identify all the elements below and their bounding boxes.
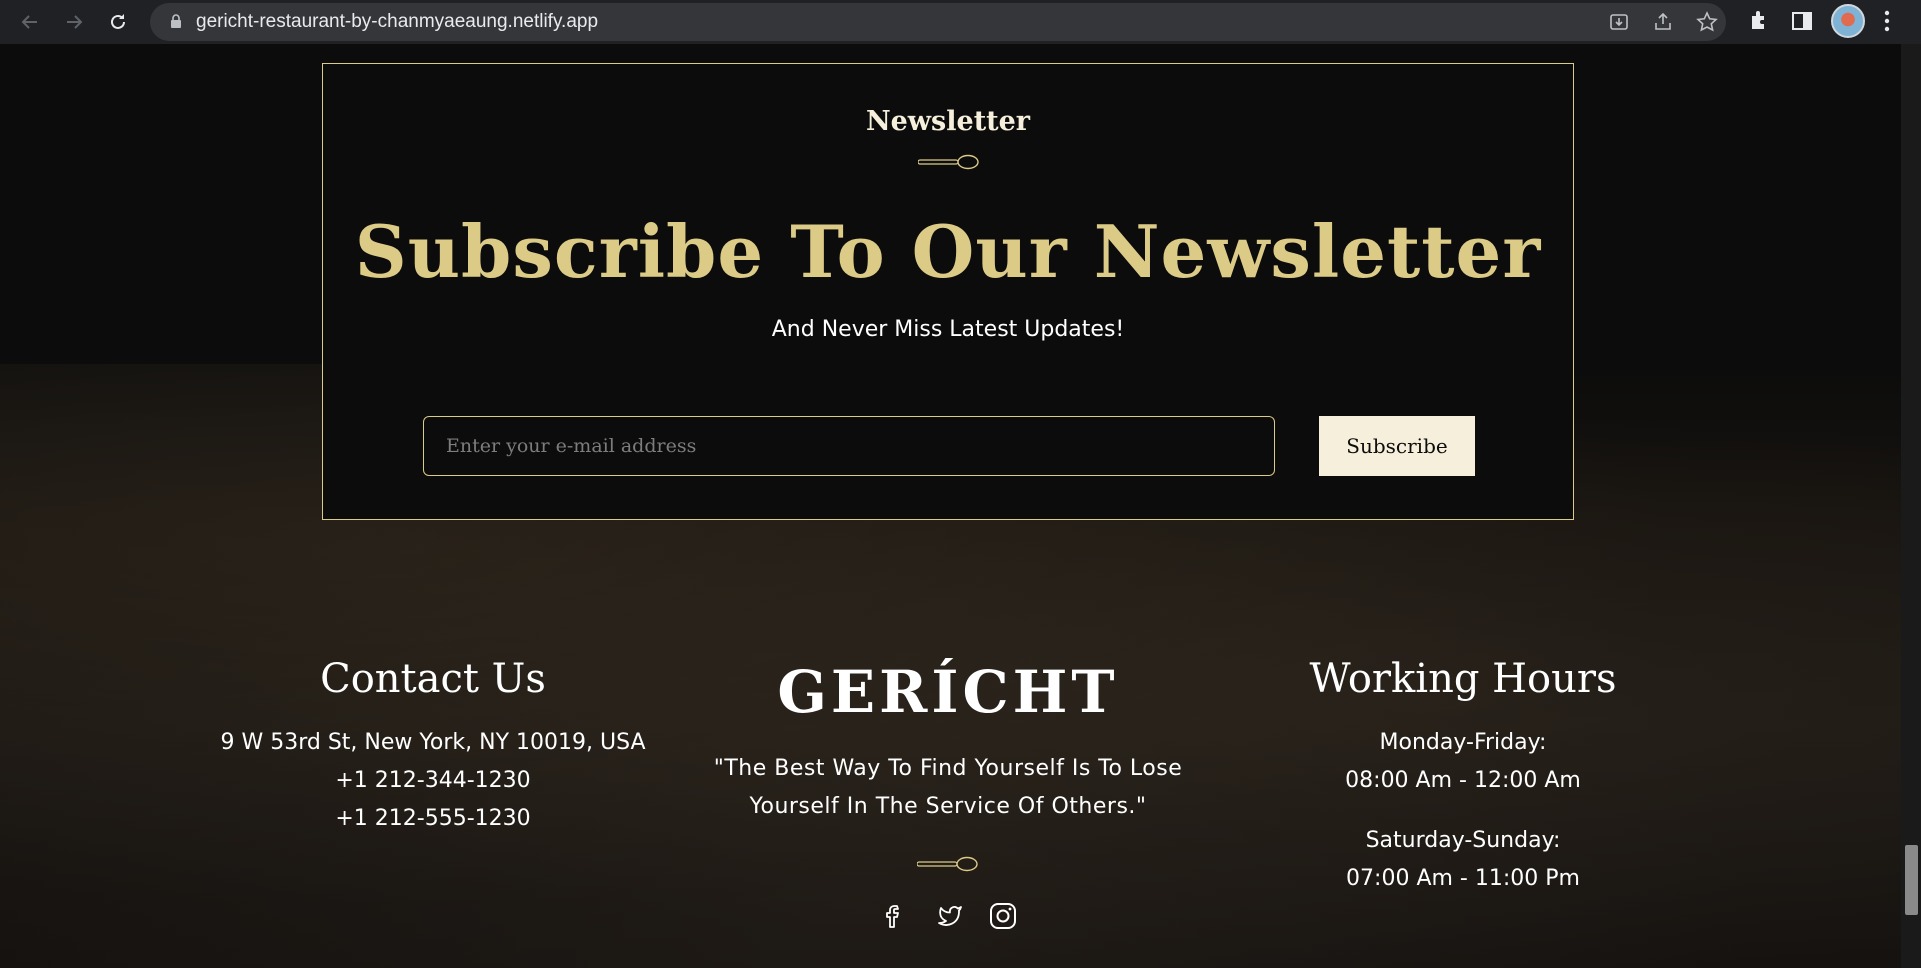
contact-phone-2[interactable]: +1 212-555-1230 (173, 800, 693, 838)
weekend-time: 07:00 Am - 11:00 Pm (1346, 866, 1580, 891)
profile-avatar[interactable] (1831, 4, 1865, 38)
install-app-icon[interactable] (1608, 11, 1630, 33)
reload-icon[interactable] (102, 6, 134, 38)
menu-kebab-icon[interactable] (1884, 9, 1890, 33)
url-text: gericht-restaurant-by-chanmyaeaung.netli… (196, 11, 599, 32)
contact-phone-1[interactable]: +1 212-344-1230 (173, 762, 693, 800)
hours-heading: Working Hours (1309, 656, 1617, 702)
back-icon[interactable] (14, 6, 46, 38)
lock-icon (171, 14, 181, 28)
subscribe-button[interactable]: Subscribe (1319, 416, 1475, 476)
weekend-label: Saturday-Sunday: (1365, 828, 1561, 853)
weekday-label: Monday-Friday: (1379, 730, 1547, 755)
brand-column: GERÍCHT "The Best Way To Find Yourself I… (698, 658, 1198, 826)
contact-column: Contact Us 9 W 53rd St, New York, NY 100… (173, 656, 693, 838)
contact-address: 9 W 53rd St, New York, NY 10019, USA (220, 730, 646, 755)
scrollbar-track[interactable] (1901, 44, 1921, 968)
contact-heading: Contact Us (320, 656, 546, 702)
instagram-icon[interactable] (987, 900, 1019, 932)
share-icon[interactable] (1652, 11, 1674, 33)
spoon-divider-icon (918, 154, 979, 170)
facebook-icon[interactable] (878, 900, 910, 932)
page-content: Newsletter Subscribe To Our Newsletter A… (0, 44, 1901, 968)
twitter-icon[interactable] (932, 900, 964, 932)
newsletter-section: Newsletter Subscribe To Our Newsletter A… (322, 63, 1574, 520)
brand-logo[interactable]: GERÍCHT (698, 658, 1198, 726)
brand-quote-line-1: "The Best Way To Find Yourself Is To Los… (713, 756, 1183, 781)
bookmark-star-icon[interactable] (1696, 11, 1718, 33)
side-panel-icon[interactable] (1789, 8, 1815, 34)
spoon-divider-icon (917, 856, 978, 872)
email-input[interactable] (423, 416, 1275, 476)
address-bar[interactable]: gericht-restaurant-by-chanmyaeaung.netli… (150, 3, 1726, 41)
extensions-icon[interactable] (1746, 8, 1772, 34)
newsletter-title: Subscribe To Our Newsletter (354, 209, 1542, 294)
browser-toolbar: gericht-restaurant-by-chanmyaeaung.netli… (0, 0, 1921, 44)
weekday-time: 08:00 Am - 12:00 Am (1345, 768, 1581, 793)
newsletter-description: And Never Miss Latest Updates! (771, 317, 1125, 342)
brand-quote-line-2: Yourself In The Service Of Others." (749, 794, 1147, 819)
hours-column: Working Hours Monday-Friday: 08:00 Am - … (1213, 656, 1713, 898)
scrollbar-thumb[interactable] (1905, 845, 1918, 915)
newsletter-subtitle: Newsletter (865, 106, 1031, 137)
forward-icon[interactable] (58, 6, 90, 38)
